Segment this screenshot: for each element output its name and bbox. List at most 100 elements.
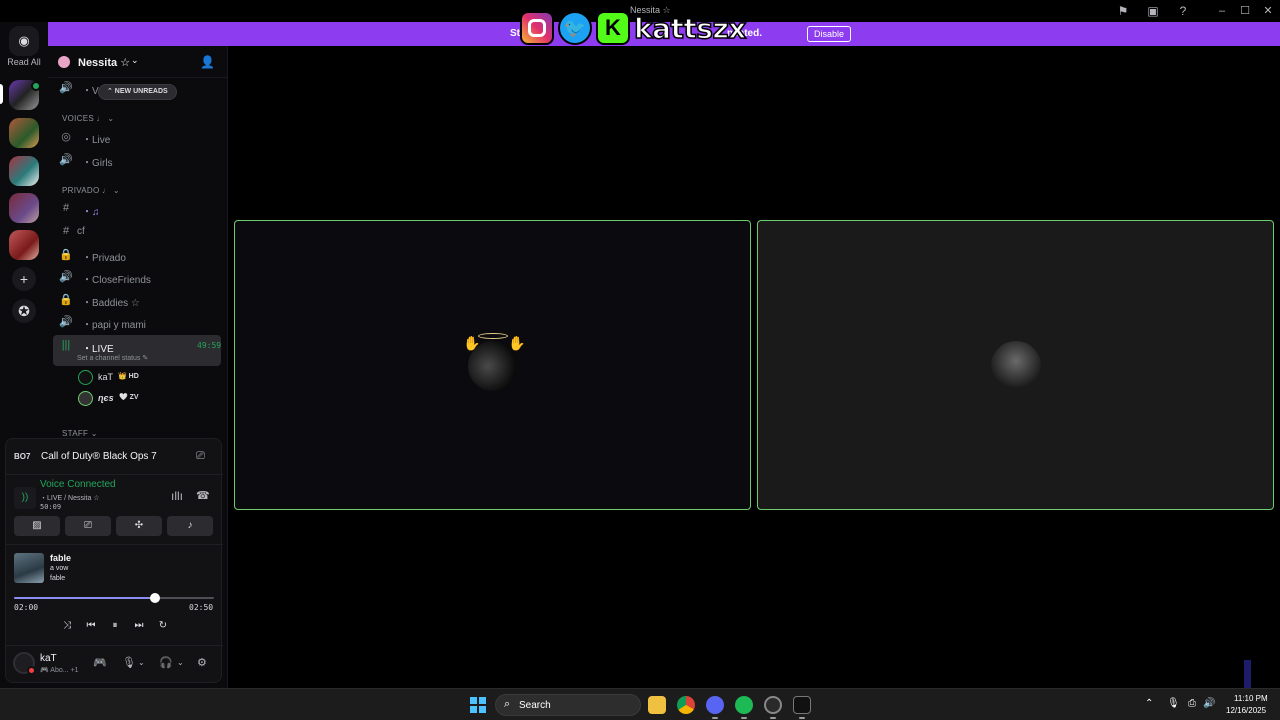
category-privado[interactable]: PRIVADO ♩ ⌄ <box>62 186 120 195</box>
share-screen-button[interactable]: ⎚ <box>65 516 111 536</box>
read-all-button[interactable]: Read All <box>0 57 48 67</box>
camera-off-button[interactable]: ▨ <box>14 516 60 536</box>
close-window-icon[interactable]: ✕ <box>1260 3 1276 19</box>
category-voices[interactable]: VOICES ♩ ⌄ <box>62 114 114 123</box>
running-indicator <box>799 717 805 719</box>
discover-icon[interactable]: ✪ <box>12 299 36 323</box>
song-artist[interactable]: a vow <box>50 565 68 572</box>
volume-icon[interactable]: 🔊 <box>1203 698 1215 709</box>
file-explorer-icon[interactable] <box>648 696 666 714</box>
divider <box>6 544 223 545</box>
overlay-blip <box>1244 660 1251 688</box>
speaker-icon: 🔊 <box>59 271 73 283</box>
game-logo: BO7 <box>14 452 31 461</box>
spotify-icon[interactable] <box>735 696 753 714</box>
noise-suppression-icon[interactable]: ıllı <box>171 489 183 503</box>
progress-track[interactable] <box>14 593 214 603</box>
taskbar-search[interactable]: ⌕ Search <box>495 694 641 716</box>
voice-stage: ✋ ✋ <box>228 46 1280 688</box>
running-indicator <box>770 717 776 719</box>
category-staff[interactable]: STAFF ⌄ <box>62 429 98 438</box>
microphone-icon[interactable]: 🎙 <box>1167 698 1180 709</box>
soundboard-button[interactable]: ♪ <box>167 516 213 536</box>
channel-music[interactable]: # ・♫ <box>53 198 221 220</box>
minimize-icon[interactable]: – <box>1214 3 1230 19</box>
taskbar: ⌕ Search ⌃ 🎙 ⎙ 🔊 11:10 PM 12/16/2025 <box>0 688 1280 720</box>
server-folder-5[interactable] <box>9 230 39 260</box>
participant-tile-nes[interactable] <box>757 220 1274 510</box>
hash-icon: # <box>62 225 70 237</box>
next-icon[interactable]: ⏭ <box>132 619 146 633</box>
network-icon[interactable]: ⎙ <box>1188 698 1196 709</box>
channel-closefriends[interactable]: 🔊 ・CloseFriends <box>53 266 221 288</box>
new-unreads-pill[interactable]: ⌃ NEW UNREADS <box>98 84 177 100</box>
shuffle-icon[interactable]: ⤨ <box>60 619 74 633</box>
kick-icon: K <box>596 11 630 45</box>
channel-baddies[interactable]: 🔒 ・Baddies ☆ <box>53 289 221 311</box>
divider <box>6 645 223 646</box>
activities-button[interactable]: ✣ <box>116 516 162 536</box>
chevron-up-icon[interactable]: ⌃ <box>1145 698 1153 709</box>
avatar <box>78 370 93 385</box>
inbox-icon[interactable]: ▣ <box>1145 3 1161 19</box>
progress-fill <box>14 597 155 599</box>
song-album: fable <box>50 575 66 582</box>
stream-overlay: 🐦 K kattszx <box>520 8 747 48</box>
user-activity: 🎮 Abo... +1 <box>40 667 79 674</box>
gamepad-icon[interactable]: 🎮 <box>93 656 107 669</box>
user-name[interactable]: kaT <box>40 653 57 664</box>
voice-elapsed: 50:09 <box>40 503 62 511</box>
channel-live[interactable]: ||| ・LIVE 49:59 Set a channel status ✎ <box>53 335 221 366</box>
disable-button[interactable]: Disable <box>807 26 851 42</box>
channel-girls[interactable]: 🔊 ・Girls <box>53 149 221 171</box>
server-folder-3[interactable] <box>9 156 39 186</box>
server-folder-2[interactable] <box>9 118 39 148</box>
set-channel-status-link[interactable]: Set a channel status ✎ <box>77 354 148 362</box>
clock-time[interactable]: 11:10 PM <box>1234 694 1268 703</box>
pause-icon[interactable]: ⏸ <box>108 619 122 633</box>
call-of-duty-icon[interactable] <box>793 696 811 714</box>
disconnect-icon[interactable]: ☎ <box>196 489 210 502</box>
participant-tile-kat[interactable]: ✋ ✋ <box>234 220 751 510</box>
microphone-icon[interactable]: 🎙 <box>122 656 136 669</box>
voice-channel-name[interactable]: ・LIVE / Nessita ☆ <box>40 493 100 503</box>
previous-icon[interactable]: ⏮ <box>84 619 98 633</box>
channel-papi-y-mami[interactable]: 🔊 ・papi y mami <box>53 311 221 333</box>
chevron-down-icon[interactable]: ⌄ <box>138 658 145 667</box>
lock-icon: 🔒 <box>59 249 73 261</box>
time-total: 02:50 <box>189 603 214 612</box>
channel-privado[interactable]: 🔒 ・Privado <box>53 244 221 266</box>
headphones-icon[interactable]: 🎧 <box>159 656 173 669</box>
chrome-icon[interactable] <box>677 696 695 714</box>
maximize-icon[interactable]: ☐ <box>1237 3 1253 19</box>
wing-decoration: ✋ <box>508 335 526 351</box>
progress-knob[interactable] <box>150 593 160 603</box>
song-title[interactable]: fable <box>50 553 71 563</box>
windows-start-icon[interactable] <box>470 697 486 713</box>
stream-game-icon[interactable]: ⎚ <box>196 450 205 463</box>
inbox-flag-icon[interactable]: ⚑ <box>1115 3 1131 19</box>
selected-server-indicator <box>0 84 3 104</box>
running-indicator <box>741 717 747 719</box>
chevron-down-icon: ⌄ <box>131 55 139 65</box>
help-icon[interactable]: ? <box>1175 3 1191 19</box>
discord-home-icon[interactable]: ◉ <box>9 26 39 56</box>
channel-cf[interactable]: # cf <box>53 221 221 243</box>
channel-live-stage[interactable]: ◎ ・Live <box>53 126 221 148</box>
chevron-down-icon[interactable]: ⌄ <box>177 658 184 667</box>
repeat-icon[interactable]: ↻ <box>156 619 170 633</box>
signal-icon[interactable]: )) <box>14 487 36 509</box>
add-server-icon[interactable]: + <box>12 267 36 291</box>
app-icon[interactable] <box>764 696 782 714</box>
clock-date[interactable]: 12/16/2025 <box>1226 706 1266 715</box>
hash-icon: # <box>62 202 70 214</box>
invite-people-icon[interactable]: 👤 <box>200 55 215 69</box>
server-header[interactable]: Nessita ☆ ⌄ 👤 <box>48 46 228 78</box>
speaker-icon: 🔊 <box>59 154 73 166</box>
speaker-icon: 🔊 <box>59 316 73 328</box>
album-art[interactable] <box>14 553 44 583</box>
gear-icon[interactable]: ⚙ <box>197 656 207 669</box>
voice-connected-status[interactable]: Voice Connected <box>40 479 116 490</box>
server-folder-4[interactable] <box>9 193 39 223</box>
discord-icon[interactable] <box>706 696 724 714</box>
